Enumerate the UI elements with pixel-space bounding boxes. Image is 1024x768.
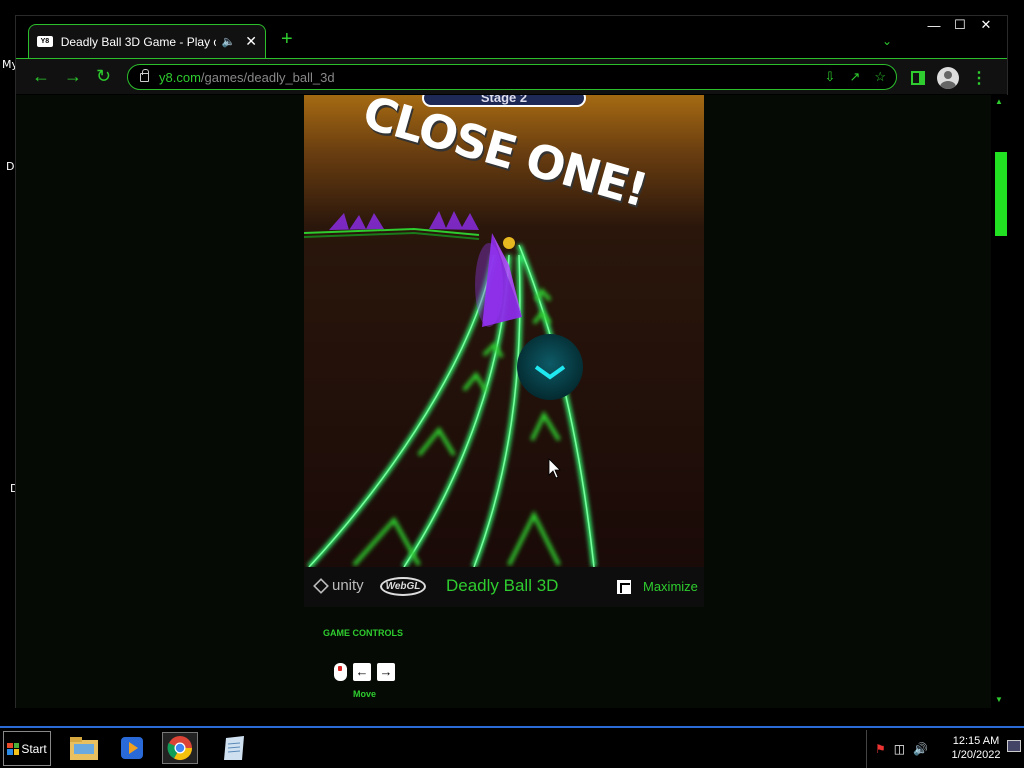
share-icon[interactable]: ↗ xyxy=(849,69,860,85)
game-controls-heading: GAME CONTROLS xyxy=(323,628,403,638)
stage-indicator: Stage 2 xyxy=(422,95,586,107)
left-arrow-key-icon: ← xyxy=(353,663,371,681)
side-panel-icon[interactable] xyxy=(911,71,925,85)
system-tray: ⚑ ◫ 🔊 12:15 AM 1/20/2022 xyxy=(866,730,1024,768)
maximize-button[interactable]: ☐ xyxy=(947,16,973,34)
y8-favicon-icon: Y8 xyxy=(37,36,53,47)
browser-window: Y8 Deadly Ball 3D Game - Play on 🔈 ✕ + ⌄… xyxy=(15,15,1008,708)
start-button[interactable]: Start xyxy=(3,731,51,766)
game-title: Deadly Ball 3D xyxy=(446,576,559,595)
fullscreen-icon xyxy=(617,579,631,594)
file-explorer-taskbar-icon[interactable] xyxy=(66,732,102,764)
url-host: y8.com xyxy=(159,69,201,85)
maximize-game-button[interactable]: Maximize xyxy=(617,579,698,594)
windows-flag-icon xyxy=(7,742,20,755)
scroll-thumb[interactable] xyxy=(995,152,1007,236)
webgl-logo: WebGL xyxy=(380,577,426,596)
browser-toolbar: ← → ↻ y8.com/games/deadly_ball_3d ⇩ ↗ ☆ … xyxy=(16,58,1007,94)
page-scrollbar[interactable]: ▲ ▼ xyxy=(991,95,1008,708)
game-controls-keys: ← → xyxy=(334,663,395,681)
back-button[interactable]: ← xyxy=(32,66,50,86)
tab-strip: Y8 Deadly Ball 3D Game - Play on 🔈 ✕ + ⌄… xyxy=(16,16,1007,58)
new-tab-button[interactable]: + xyxy=(281,29,293,49)
url-path: /games/deadly_ball_3d xyxy=(200,69,335,85)
forward-button[interactable]: → xyxy=(64,66,82,86)
toolbar-right: ⋮ xyxy=(911,67,987,89)
clock-date: 1/20/2022 xyxy=(951,749,1001,761)
desktop-icon-label[interactable]: D xyxy=(6,160,14,173)
show-desktop-icon[interactable] xyxy=(1007,740,1021,752)
clock-time: 12:15 AM xyxy=(952,735,1000,747)
close-button[interactable]: ✕ xyxy=(973,16,999,34)
chrome-taskbar-icon[interactable] xyxy=(162,732,198,764)
lock-icon[interactable] xyxy=(140,68,149,82)
browser-tab[interactable]: Y8 Deadly Ball 3D Game - Play on 🔈 ✕ xyxy=(28,24,266,58)
install-app-icon[interactable]: ⇩ xyxy=(825,69,836,85)
unity-label: unity xyxy=(332,577,364,594)
volume-icon[interactable]: 🔊 xyxy=(913,742,928,756)
mouse-icon xyxy=(334,663,347,681)
reload-button[interactable]: ↻ xyxy=(96,66,111,86)
omnibox-actions: ⇩ ↗ ☆ xyxy=(825,69,886,85)
clock[interactable]: 12:15 AM 1/20/2022 xyxy=(947,734,1005,762)
tab-search-chevron-icon[interactable]: ⌄ xyxy=(882,34,892,48)
start-label: Start xyxy=(21,741,47,756)
network-icon[interactable]: ◫ xyxy=(894,742,905,756)
unity-cube-icon xyxy=(313,577,329,594)
scroll-up-icon[interactable]: ▲ xyxy=(995,97,1003,106)
window-controls: — ☐ ✕ xyxy=(921,16,999,34)
game-info-bar: unity WebGL Deadly Ball 3D Maximize xyxy=(304,567,704,607)
media-player-taskbar-icon[interactable] xyxy=(114,732,150,764)
notepad-taskbar-icon[interactable] xyxy=(216,732,252,764)
bookmark-star-icon[interactable]: ☆ xyxy=(874,69,886,85)
right-arrow-key-icon: → xyxy=(377,663,395,681)
tab-close-icon[interactable]: ✕ xyxy=(245,33,257,50)
game-canvas[interactable]: Stage 2 CLOSE ONE! xyxy=(304,95,704,567)
tab-title: Deadly Ball 3D Game - Play on xyxy=(60,34,216,49)
unity-logo: unity xyxy=(313,577,364,594)
taskbar: Start ⚑ ◫ 🔊 12:15 AM 1/20/2022 xyxy=(0,726,1024,768)
speaker-icon[interactable]: 🔈 xyxy=(222,35,236,48)
address-bar[interactable]: y8.com/games/deadly_ball_3d ⇩ ↗ ☆ xyxy=(127,64,897,90)
maximize-label: Maximize xyxy=(643,579,698,594)
profile-avatar-icon[interactable] xyxy=(937,67,959,89)
scroll-down-icon[interactable]: ▼ xyxy=(995,695,1003,704)
more-menu-icon[interactable]: ⋮ xyxy=(971,68,987,88)
move-label: Move xyxy=(353,689,377,699)
action-center-flag-icon[interactable]: ⚑ xyxy=(875,742,886,756)
page-content: Stage 2 CLOSE ONE! unity WebGL Deadly Ba… xyxy=(16,95,991,708)
minimize-button[interactable]: — xyxy=(921,16,947,34)
